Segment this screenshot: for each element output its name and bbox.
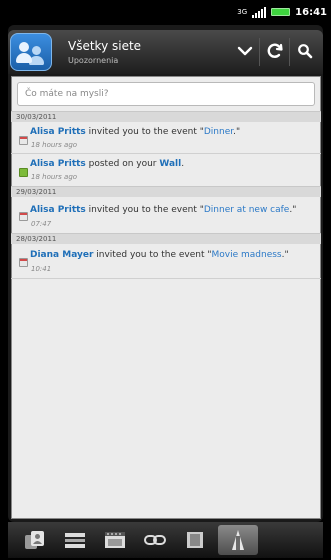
filter-dropdown-button[interactable] — [232, 38, 258, 64]
links-icon — [144, 535, 166, 545]
list-item[interactable]: Alisa Pritts invited you to the event "D… — [11, 124, 321, 152]
tab-links[interactable] — [138, 525, 172, 555]
header-divider — [259, 38, 260, 66]
wall-post-icon — [19, 168, 28, 177]
divider — [11, 153, 321, 154]
battery-icon — [271, 8, 291, 16]
user-name[interactable]: Diana Mayer — [30, 250, 93, 260]
divider — [11, 278, 321, 279]
bottom-tab-bar — [8, 522, 323, 558]
list-item[interactable]: Alisa Pritts posted on your Wall. 18 hou… — [11, 156, 321, 184]
refresh-icon — [267, 43, 283, 58]
tab-photos[interactable] — [98, 525, 132, 555]
event-icon — [19, 136, 28, 145]
clock: 16:41 — [295, 6, 327, 18]
date-header: 28/03/2011 — [11, 233, 321, 244]
date-header: 30/03/2011 — [11, 111, 321, 122]
event-link[interactable]: Movie madness — [212, 250, 282, 260]
header-divider — [289, 38, 290, 66]
chevron-down-icon — [237, 46, 253, 56]
date-header: 29/03/2011 — [11, 186, 321, 197]
tab-social-networks[interactable] — [18, 525, 52, 555]
updates-icon — [65, 533, 85, 548]
event-icon — [19, 212, 28, 221]
list-item[interactable]: Alisa Pritts invited you to the event "D… — [11, 200, 321, 230]
list-item[interactable]: Diana Mayer invited you to the event "Mo… — [11, 246, 321, 276]
albums-icon — [187, 532, 203, 548]
social-networks-icon — [25, 531, 44, 549]
wall-link[interactable]: Wall — [159, 159, 181, 169]
notifications-icon — [232, 530, 244, 550]
page-title[interactable]: Všetky siete — [68, 39, 141, 53]
tab-notifications[interactable] — [218, 525, 258, 555]
photos-icon — [105, 532, 125, 548]
signal-strength-icon — [252, 6, 267, 18]
status-update-input[interactable]: Čo máte na mysli? — [17, 82, 315, 106]
event-link[interactable]: Dinner at new cafe — [204, 205, 289, 215]
timestamp: 18 hours ago — [31, 141, 78, 149]
user-name[interactable]: Alisa Pritts — [30, 159, 86, 169]
status-bar: 3G 16:41 — [0, 0, 331, 24]
event-link[interactable]: Dinner — [204, 127, 233, 137]
friend-stream-icon[interactable] — [10, 33, 52, 71]
search-icon — [298, 44, 313, 59]
network-type-icon: 3G — [237, 7, 248, 16]
page-subtitle: Upozornenia — [68, 56, 119, 65]
timestamp: 07:47 — [31, 220, 52, 228]
tab-updates[interactable] — [58, 525, 92, 555]
user-name[interactable]: Alisa Pritts — [30, 127, 86, 137]
timestamp: 10:41 — [31, 265, 52, 273]
tab-albums[interactable] — [178, 525, 212, 555]
timestamp: 18 hours ago — [31, 173, 78, 181]
user-name[interactable]: Alisa Pritts — [30, 205, 86, 215]
event-icon — [19, 258, 28, 267]
search-button[interactable] — [292, 38, 318, 64]
refresh-button[interactable] — [262, 38, 288, 64]
